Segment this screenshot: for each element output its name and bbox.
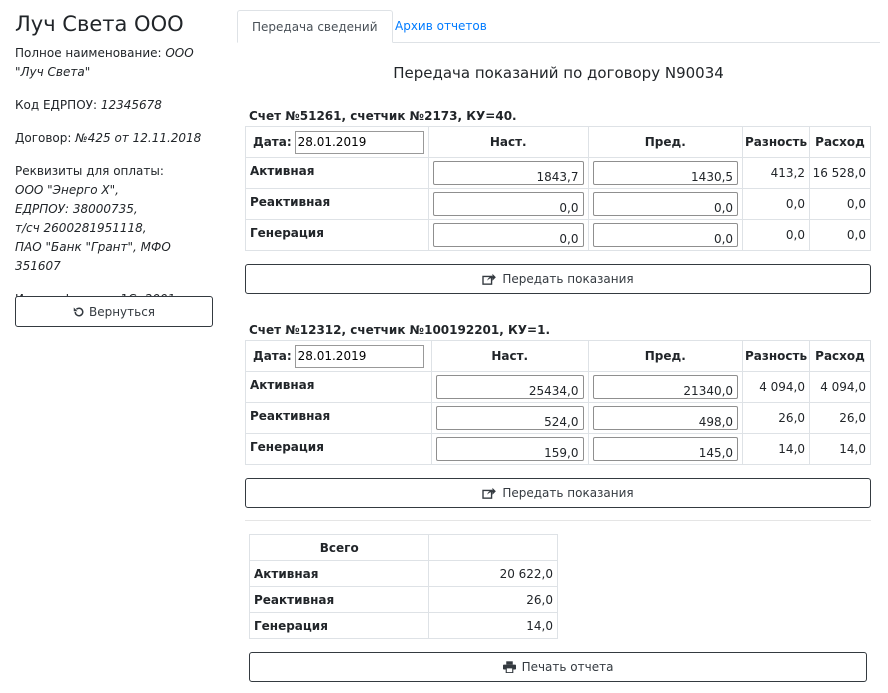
page-title: Передача показаний по договору N90034 — [393, 64, 724, 82]
col-previous: Пред. — [587, 126, 744, 158]
previous-reading-input[interactable]: 498,0 — [592, 406, 739, 430]
col-previous: Пред. — [587, 340, 744, 372]
tab-reports-archive[interactable]: Архив отчетов — [381, 10, 501, 43]
consumption-value: 0,0 — [809, 188, 871, 220]
payment-line: ООО "Энерго Х", — [15, 183, 119, 197]
company-edrpou: Код ЕДРПОУ: 12345678 — [15, 98, 162, 112]
date-input[interactable] — [294, 130, 424, 154]
company-contract: Договор: №425 от 12.11.2018 — [15, 131, 202, 145]
payment-line: ЕДРПОУ: 38000735, — [15, 202, 138, 216]
table-row: Реактивная 0,0 0,0 0,0 0,0 — [245, 188, 871, 220]
current-reading-input[interactable]: 0,0 — [432, 223, 584, 247]
date-label: Дата: — [253, 135, 292, 149]
print-report-button[interactable]: Печать отчета — [249, 652, 867, 682]
company-panel: Луч Света ООО Полное наименование: ООО "… — [15, 10, 215, 323]
payment-line: т/сч 2600281951118, — [15, 221, 147, 235]
difference-value: 413,2 — [742, 157, 811, 189]
current-reading-input[interactable]: 159,0 — [435, 437, 584, 461]
table-row: Активная 20 622,0 — [248, 560, 558, 587]
col-consumption: Расход — [809, 340, 871, 372]
meter-table: Дата: Наст. Пред. Разность Расход Активн… — [245, 126, 871, 251]
print-icon — [502, 661, 516, 673]
previous-reading-input[interactable]: 21340,0 — [592, 375, 739, 399]
meter-heading: Счет №51261, счетчик №2173, КУ=40. — [249, 109, 517, 123]
total-value: 20 622,0 — [428, 560, 558, 587]
total-value: 26,0 — [428, 586, 558, 613]
difference-value: 14,0 — [742, 433, 811, 465]
share-square-icon — [482, 487, 497, 499]
difference-value: 0,0 — [742, 219, 811, 251]
col-difference: Разность — [742, 340, 811, 372]
table-row: Активная 25434,0 21340,0 4 094,0 4 094,0 — [245, 371, 871, 403]
col-difference: Разность — [742, 126, 811, 158]
table-row: Генерация 14,0 — [248, 612, 558, 639]
consumption-value: 26,0 — [809, 402, 871, 434]
current-reading-input[interactable]: 25434,0 — [435, 375, 584, 399]
back-button[interactable]: Вернуться — [15, 296, 213, 327]
table-row: Активная 1843,7 1430,5 413,2 16 528,0 — [245, 157, 871, 189]
totals-table: Всего Активная 20 622,0 Реактивная 26,0 … — [248, 534, 558, 639]
col-current: Наст. — [427, 126, 589, 158]
totals-header: Всего — [248, 534, 430, 561]
table-row: Генерация 159,0 145,0 14,0 14,0 — [245, 433, 871, 465]
date-label: Дата: — [253, 349, 292, 363]
payment-details: Реквизиты для оплаты: ООО "Энерго Х", ЕД… — [15, 164, 171, 273]
previous-reading-input[interactable]: 145,0 — [592, 437, 739, 461]
col-consumption: Расход — [809, 126, 871, 158]
undo-icon — [73, 306, 85, 318]
tab-submit-data[interactable]: Передача сведений — [237, 10, 393, 43]
current-reading-input[interactable]: 0,0 — [432, 192, 584, 216]
meter-heading: Счет №12312, счетчик №100192201, КУ=1. — [249, 323, 550, 337]
table-row: Генерация 0,0 0,0 0,0 0,0 — [245, 219, 871, 251]
previous-reading-input[interactable]: 0,0 — [592, 223, 739, 247]
consumption-value: 14,0 — [809, 433, 871, 465]
consumption-value: 0,0 — [809, 219, 871, 251]
date-input[interactable] — [294, 344, 424, 368]
total-value: 14,0 — [428, 612, 558, 639]
previous-reading-input[interactable]: 1430,5 — [592, 161, 739, 185]
table-row: Реактивная 26,0 — [248, 586, 558, 613]
difference-value: 4 094,0 — [742, 371, 811, 403]
company-full-name: Полное наименование: ООО "Луч Света" — [15, 46, 194, 79]
submit-readings-button[interactable]: Передать показания — [245, 264, 871, 294]
previous-reading-input[interactable]: 0,0 — [592, 192, 739, 216]
current-reading-input[interactable]: 1843,7 — [432, 161, 584, 185]
consumption-value: 16 528,0 — [809, 157, 871, 189]
submit-readings-button[interactable]: Передать показания — [245, 478, 871, 508]
difference-value: 26,0 — [742, 402, 811, 434]
tab-bar: Передача сведений Архив отчетов — [237, 10, 880, 43]
consumption-value: 4 094,0 — [809, 371, 871, 403]
col-current: Наст. — [430, 340, 589, 372]
difference-value: 0,0 — [742, 188, 811, 220]
payment-line: ПАО "Банк "Грант", МФО 351607 — [15, 240, 171, 273]
divider — [245, 520, 871, 521]
current-reading-input[interactable]: 524,0 — [435, 406, 584, 430]
company-title: Луч Света ООО — [15, 12, 184, 36]
table-row: Реактивная 524,0 498,0 26,0 26,0 — [245, 402, 871, 434]
meter-table: Дата: Наст. Пред. Разность Расход Активн… — [245, 340, 871, 465]
share-square-icon — [482, 273, 497, 285]
